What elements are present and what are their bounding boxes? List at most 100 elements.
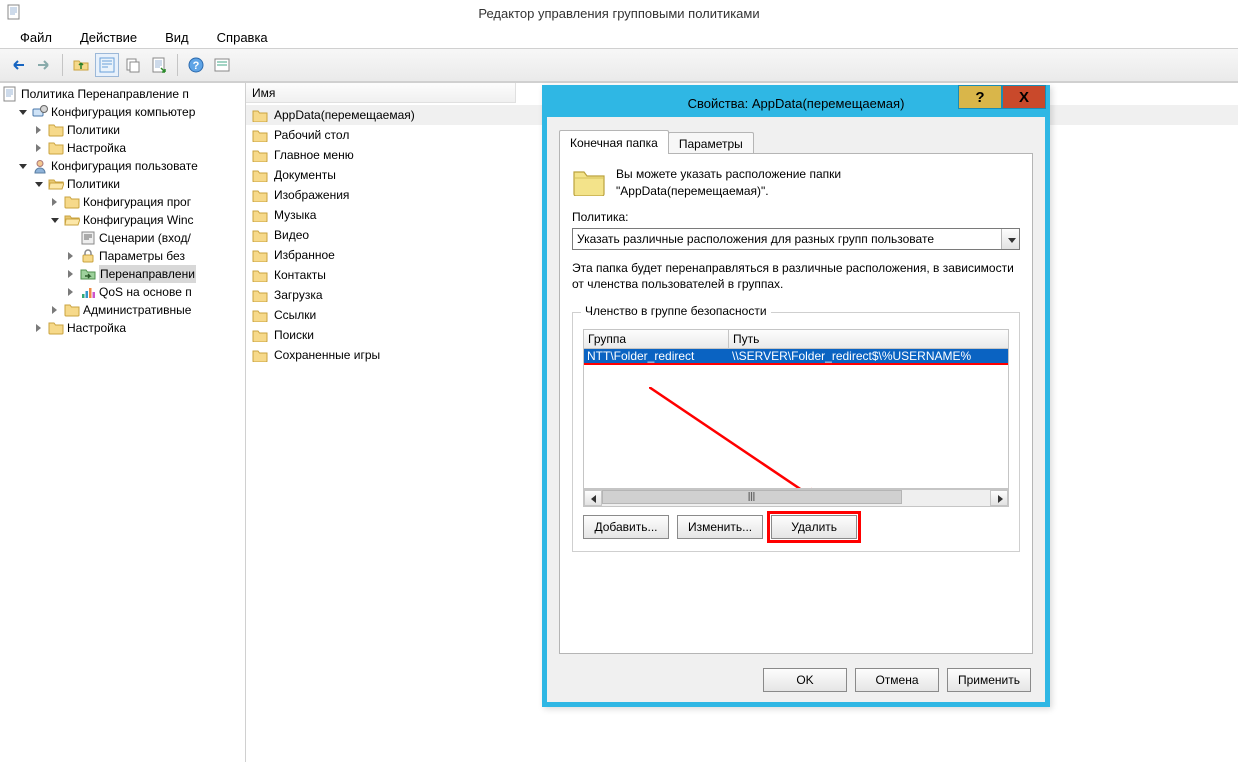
tree-user-cfg[interactable]: Конфигурация пользовате [51,157,198,175]
folder-open-icon [64,212,80,228]
folder-icon [252,128,268,142]
expand-icon[interactable] [50,305,61,316]
scroll-left-icon[interactable] [584,490,602,506]
list-item-label: Избранное [274,248,335,262]
tree-redirect[interactable]: Перенаправлени [99,265,196,283]
tool-bar [0,48,1238,82]
toolbar-filter-button[interactable] [210,53,234,77]
folder-icon [252,108,268,122]
redirect-icon [80,266,96,282]
folder-icon [252,188,268,202]
list-item-label: Главное меню [274,148,354,162]
expand-icon[interactable] [34,323,45,334]
ok-button[interactable]: OK [763,668,847,692]
tree-root[interactable]: Политика Перенаправление п [21,85,189,103]
tree-qos[interactable]: QoS на основе п [99,283,192,301]
tree-cfg-programs[interactable]: Конфигурация прог [83,193,191,211]
dialog-close-button[interactable]: X [1002,85,1046,109]
expand-icon[interactable] [66,251,77,262]
expand-icon[interactable] [18,107,29,118]
list-pane: Имя AppData(перемещаемая)Рабочий столГла… [246,83,1238,762]
nav-forward-button[interactable] [32,53,56,77]
annotation-arrow [649,387,869,489]
user-config-icon [32,158,48,174]
list-item-label: Музыка [274,208,316,222]
toolbar-separator [62,54,63,76]
grid-header: Группа Путь [583,329,1009,349]
expand-icon[interactable] [66,269,77,280]
toolbar-up-button[interactable] [69,53,93,77]
menu-help[interactable]: Справка [207,28,278,47]
folder-icon [252,288,268,302]
grid-body[interactable]: NTT\Folder_redirect \\SERVER\Folder_redi… [583,349,1009,489]
list-item-label: Видео [274,228,309,242]
folder-icon [252,308,268,322]
list-column-name[interactable]: Имя [246,83,516,103]
folder-icon [64,302,80,318]
nav-back-button[interactable] [6,53,30,77]
folder-icon [252,208,268,222]
expand-icon[interactable] [34,179,45,190]
scroll-thumb[interactable]: Ⅲ [602,490,902,504]
grid-col-path[interactable]: Путь [729,330,1008,348]
cancel-button[interactable]: Отмена [855,668,939,692]
menu-file[interactable]: Файл [10,28,62,47]
window-title-bar: Редактор управления групповыми политикам… [0,0,1238,26]
toolbar-copy-button[interactable] [121,53,145,77]
window-title: Редактор управления групповыми политикам… [478,6,759,21]
toolbar-properties-button[interactable] [95,53,119,77]
policy-combo[interactable]: Указать различные расположения для разны… [572,228,1020,250]
qos-icon [80,284,96,300]
toolbar-export-button[interactable] [147,53,171,77]
tree-u-policies[interactable]: Политики [67,175,120,193]
toolbar-separator [177,54,178,76]
expand-icon[interactable] [50,215,61,226]
dialog-help-button[interactable]: ? [958,85,1002,109]
tab-target[interactable]: Конечная папка [559,130,669,154]
tab-params[interactable]: Параметры [668,132,754,154]
tree-computer-cfg[interactable]: Конфигурация компьютер [51,103,195,121]
doc-icon [2,86,18,102]
tab-target-page: Вы можете указать расположение папки "Ap… [559,153,1033,654]
menu-action[interactable]: Действие [70,28,147,47]
folder-icon [48,122,64,138]
edit-button[interactable]: Изменить... [677,515,763,539]
grid-horizontal-scrollbar[interactable]: Ⅲ [583,489,1009,507]
tree-u-settings[interactable]: Настройка [67,319,126,337]
expand-icon[interactable] [34,125,45,136]
dialog-title-bar[interactable]: Свойства: AppData(перемещаемая) ? X [546,89,1046,117]
dialog-tabs: Конечная папка Параметры [559,130,1033,154]
menu-view[interactable]: Вид [155,28,199,47]
policy-combo-value: Указать различные расположения для разны… [573,232,1001,246]
folder-icon [252,348,268,362]
tree-admin-tpl[interactable]: Административные [83,301,191,319]
tree-c-settings[interactable]: Настройка [67,139,126,157]
lock-icon [80,248,96,264]
menu-bar: Файл Действие Вид Справка [0,26,1238,48]
tree-cfg-windows[interactable]: Конфигурация Winc [83,211,194,229]
folder-icon [48,140,64,156]
tree-sec-params[interactable]: Параметры без [99,247,185,265]
apply-button[interactable]: Применить [947,668,1031,692]
expand-icon[interactable] [66,287,77,298]
expand-icon[interactable] [34,143,45,154]
tree-scenarios[interactable]: Сценарии (вход/ [99,229,191,247]
delete-button[interactable]: Удалить [771,515,857,539]
folder-icon [252,268,268,282]
tree-c-policies[interactable]: Политики [67,121,120,139]
expand-icon[interactable] [50,197,61,208]
folder-icon [252,228,268,242]
list-item-label: Ссылки [274,308,316,322]
grid-row-selected[interactable]: NTT\Folder_redirect \\SERVER\Folder_redi… [584,349,1008,365]
scroll-right-icon[interactable] [990,490,1008,506]
combo-arrow-icon[interactable] [1001,229,1019,249]
add-button[interactable]: Добавить... [583,515,669,539]
policy-label: Политика: [572,210,1020,224]
grid-col-group[interactable]: Группа [584,330,729,348]
big-folder-icon [572,166,606,196]
policy-tree[interactable]: Политика Перенаправление п Конфигурация … [2,85,243,337]
groupbox-legend: Членство в группе безопасности [581,304,771,318]
expand-icon[interactable] [18,161,29,172]
grid-cell-path: \\SERVER\Folder_redirect$\%USERNAME% [729,349,1008,363]
toolbar-help-button[interactable] [184,53,208,77]
